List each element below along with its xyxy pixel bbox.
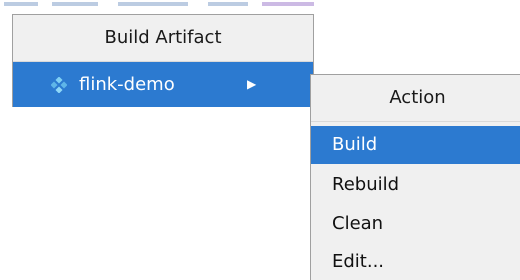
menu-item-build[interactable]: Build <box>311 126 520 164</box>
background-content-fragment <box>0 0 330 12</box>
menu-divider <box>311 121 520 122</box>
submenu-arrow-icon: ▶ <box>247 77 257 91</box>
background-fragment <box>52 2 98 6</box>
background-fragment <box>4 2 38 6</box>
artifact-package-icon <box>51 77 67 93</box>
action-submenu: Action Build Rebuild Clean Edit... <box>310 74 520 280</box>
menu-item-clean[interactable]: Clean <box>311 205 520 243</box>
background-fragment <box>118 2 188 6</box>
menu-item-edit[interactable]: Edit... <box>311 243 520 280</box>
background-fragment <box>262 2 314 6</box>
background-fragment <box>208 2 248 6</box>
menu-item-rebuild[interactable]: Rebuild <box>311 166 520 204</box>
artifact-item-flink-demo[interactable]: flink-demo ▶ <box>13 62 313 107</box>
screen: Build Artifact flink-demo ▶ Action Build… <box>0 0 520 280</box>
submenu-title: Action <box>389 87 446 108</box>
build-artifact-popup: Build Artifact flink-demo ▶ <box>12 14 314 107</box>
popup-title: Build Artifact <box>104 27 222 48</box>
artifact-item-label: flink-demo <box>79 74 175 95</box>
